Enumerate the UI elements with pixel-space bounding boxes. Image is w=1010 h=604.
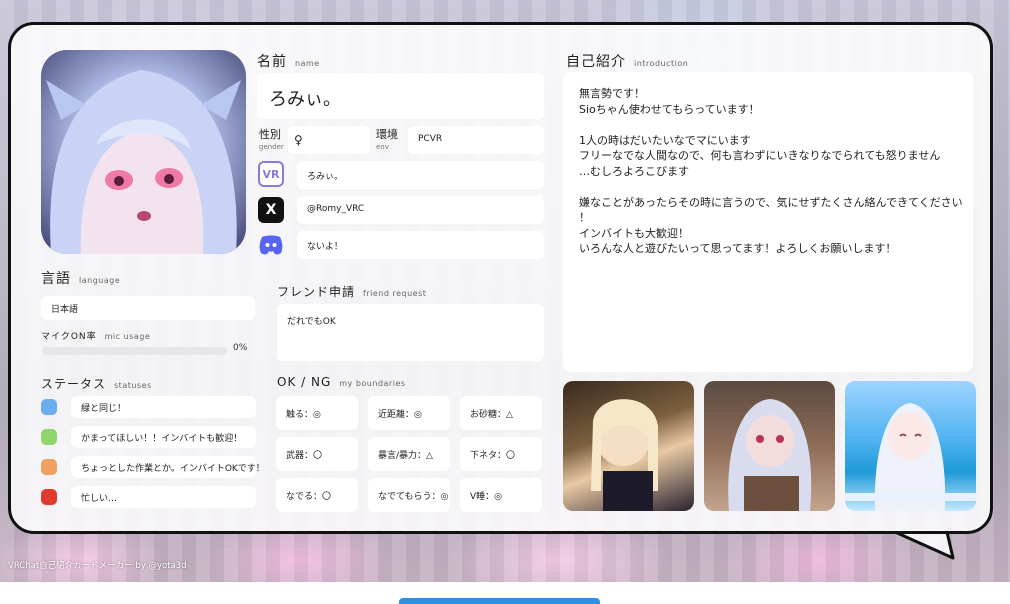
intro-line bbox=[579, 179, 957, 195]
gender-value: ♀ bbox=[294, 133, 303, 147]
env-label: 環境 env bbox=[376, 129, 398, 153]
vrchat-account-field: ろみぃ。 bbox=[297, 161, 544, 189]
intro-heading-sub: introduction bbox=[634, 59, 689, 68]
discord-icon bbox=[258, 232, 284, 258]
friend-request-field: だれでもOK bbox=[277, 304, 544, 361]
intro-lines: 無言勢です！ Sioちゃん使わせてもらっています！ 1人の時はだいたいなでマにいます… bbox=[579, 86, 963, 257]
status-color-dot bbox=[41, 459, 57, 475]
gender-label-sub: gender bbox=[259, 143, 284, 151]
card-speech-tail bbox=[895, 530, 955, 560]
boundary-item: お砂糖：△ bbox=[460, 396, 542, 430]
avatar bbox=[41, 50, 246, 254]
intro-line: Sioちゃん使わせてもらっています！ bbox=[579, 102, 760, 116]
mic-heading-sub: mic usage bbox=[104, 332, 151, 341]
status-item: ちょっとした作業とか。インバイトOKです！ bbox=[71, 456, 265, 478]
x-twitter-icon-glyph: X bbox=[265, 202, 277, 218]
intro-line: いろんな人と遊びたいって思ってます！よろしくお願いします！ bbox=[579, 242, 897, 255]
statuses-heading-label: ステータス bbox=[41, 377, 107, 391]
intro-line: フリーなでな人間なので、何も言わずにいきなりなでられても怒りません bbox=[579, 149, 941, 162]
intro-text-box: 無言勢です！ Sioちゃん使わせてもらっています！ 1人の時はだいたいなでマにいます… bbox=[563, 72, 973, 372]
photo-1-illustration bbox=[591, 399, 658, 511]
intro-line: 嫌なことがあったらその時に言うので、気にせずたくさん絡んできてください bbox=[579, 195, 963, 209]
statuses-heading: ステータス statuses bbox=[41, 375, 152, 392]
language-field: 日本語 bbox=[41, 296, 255, 320]
mic-usage-bar bbox=[42, 347, 227, 355]
photo-2 bbox=[704, 381, 835, 511]
photo-3-illustration bbox=[845, 403, 976, 511]
boundary-item: なでてもらう：◎ bbox=[368, 478, 450, 512]
name-field: ろみぃ。 bbox=[257, 73, 544, 119]
status-item: 緑と同じ！ bbox=[71, 396, 256, 418]
boundaries-heading: OK / NG my boundaries bbox=[277, 375, 406, 389]
footer-credit: VRChat自己紹介カードメーカー by @yota3d bbox=[8, 561, 187, 571]
bottom-action-button[interactable] bbox=[399, 598, 600, 604]
gender-field: ♀ bbox=[288, 126, 370, 154]
boundaries-heading-sub: my boundaries bbox=[339, 379, 406, 388]
name-heading: 名前 name bbox=[257, 51, 320, 71]
friend-request-heading-sub: friend request bbox=[363, 289, 427, 298]
photo-3 bbox=[845, 381, 976, 511]
friend-request-value: だれでもOK bbox=[287, 317, 336, 327]
name-heading-sub: name bbox=[295, 59, 320, 68]
discord-account-field: ないよ！ bbox=[297, 231, 544, 259]
friend-request-heading-label: フレンド申請 bbox=[277, 285, 356, 299]
name-heading-label: 名前 bbox=[257, 54, 287, 70]
language-value: 日本語 bbox=[51, 305, 79, 315]
status-color-dot bbox=[41, 399, 57, 415]
photo-1 bbox=[563, 381, 694, 511]
vrchat-icon: VR bbox=[258, 161, 284, 187]
vrchat-icon-glyph: VR bbox=[262, 167, 280, 181]
boundary-item: 暴言/暴力：△ bbox=[368, 437, 450, 471]
vrchat-account-value: ろみぃ。 bbox=[307, 172, 344, 182]
discord-icon-shape bbox=[259, 235, 283, 255]
language-heading-label: 言語 bbox=[41, 271, 71, 287]
boundary-item: V睡：◎ bbox=[460, 478, 542, 512]
x-twitter-icon: X bbox=[258, 197, 284, 223]
name-value: ろみぃ。 bbox=[269, 89, 341, 110]
intro-line bbox=[579, 117, 957, 133]
status-item: 忙しい… bbox=[71, 486, 256, 508]
intro-line: インバイトも大歓迎！ bbox=[579, 226, 689, 240]
boundary-item: 近距離：◎ bbox=[368, 396, 450, 430]
gender-label-text: 性別 bbox=[259, 128, 281, 141]
discord-account-value: ないよ！ bbox=[307, 242, 343, 252]
x-account-field: @Romy_VRC bbox=[297, 196, 544, 224]
friend-request-heading: フレンド申請 friend request bbox=[277, 283, 426, 300]
boundary-item: 武器：〇 bbox=[276, 437, 358, 471]
photo-2-illustration bbox=[728, 399, 812, 511]
avatar-illustration bbox=[46, 70, 241, 254]
env-value: PCVR bbox=[418, 134, 443, 144]
env-label-text: 環境 bbox=[376, 128, 398, 141]
status-item: かまってほしい！！インバイトも歓迎！ bbox=[71, 426, 256, 448]
env-field: PCVR bbox=[408, 126, 544, 154]
intro-heading-label: 自己紹介 bbox=[566, 54, 626, 70]
intro-line: …むしろよろこびます bbox=[579, 164, 689, 178]
status-color-dot bbox=[41, 489, 57, 505]
status-color-dot bbox=[41, 429, 57, 445]
intro-heading: 自己紹介 introduction bbox=[566, 51, 688, 71]
boundary-item: 触る：◎ bbox=[276, 396, 358, 430]
mic-heading: マイクON率 mic usage bbox=[41, 329, 150, 342]
intro-line: ！ bbox=[579, 211, 590, 224]
x-account-value: @Romy_VRC bbox=[307, 204, 365, 214]
env-label-sub: env bbox=[376, 143, 389, 151]
boundary-item: なでる：〇 bbox=[276, 478, 358, 512]
profile-card: 言語 language 日本語 マイクON率 mic usage 0% ステータス s… bbox=[8, 22, 993, 534]
mic-usage-label: 0% bbox=[233, 343, 248, 353]
gender-label: 性別 gender bbox=[259, 129, 284, 153]
language-heading-sub: language bbox=[79, 276, 121, 285]
mic-heading-label: マイクON率 bbox=[41, 332, 97, 342]
language-heading: 言語 language bbox=[41, 268, 120, 288]
intro-line: 無言勢です！ bbox=[579, 87, 645, 100]
intro-line: 1人の時はだいたいなでマにいます bbox=[579, 133, 751, 147]
statuses-heading-sub: statuses bbox=[114, 381, 152, 390]
boundaries-heading-label: OK / NG bbox=[277, 375, 332, 389]
boundary-item: 下ネタ：〇 bbox=[460, 437, 542, 471]
